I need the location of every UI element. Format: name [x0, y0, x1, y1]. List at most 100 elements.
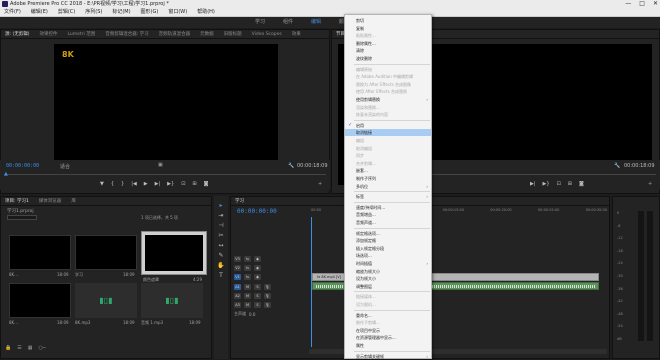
menu-edit[interactable]: 编辑(E)	[31, 8, 48, 16]
menu-sequence[interactable]: 序列(S)	[85, 8, 102, 16]
context-menu-item[interactable]: 同步	[345, 152, 431, 159]
context-menu-item[interactable]: 启用 ✓	[345, 122, 431, 129]
pen-tool-icon[interactable]: ✎	[217, 252, 225, 260]
tab-video-scopes[interactable]: Video Scopes	[252, 30, 282, 38]
ripple-edit-tool-icon[interactable]: ⊣	[217, 222, 225, 230]
context-menu-item[interactable]: 取消链接	[345, 129, 431, 137]
menu-file[interactable]: 文件(F)	[4, 8, 21, 16]
program-wrench-icon[interactable]: 🔧	[614, 163, 620, 169]
play-icon[interactable]: ▶	[144, 181, 148, 187]
source-scrub-bar[interactable]	[4, 174, 326, 175]
program-step-forward-icon[interactable]: ▶|	[530, 181, 536, 187]
context-menu-item[interactable]: 制作子序列	[345, 175, 431, 182]
source-timecode[interactable]: 00:00:00:00	[6, 163, 39, 169]
context-menu-item[interactable]: 在 Adobe Audition 中编辑剪辑	[345, 73, 431, 80]
lock-icon[interactable]: 🔒	[5, 345, 11, 351]
mic-icon[interactable]: 🎙	[264, 293, 271, 299]
type-tool-icon[interactable]: T	[217, 272, 225, 280]
context-menu-item[interactable]: 取消编组	[345, 145, 431, 152]
context-menu-item[interactable]: 设为脱机...	[345, 301, 431, 308]
tab-effect-controls[interactable]: 效果控件	[39, 30, 57, 38]
mute-icon[interactable]: M	[244, 302, 251, 308]
context-menu-item[interactable]: 在项目中显示	[345, 327, 431, 334]
context-menu-item[interactable]: 使用剪辑替换 ›	[345, 96, 431, 103]
context-menu-item[interactable]: 重命名...	[345, 312, 431, 319]
go-to-in-icon[interactable]: }	[121, 181, 124, 187]
program-export-frame-icon[interactable]: ◙	[579, 181, 584, 187]
solo-icon[interactable]: S	[254, 293, 261, 299]
master-value[interactable]: 0.0	[249, 312, 255, 317]
source-playhead[interactable]: ▲	[4, 171, 8, 177]
track-label[interactable]: V2	[234, 265, 241, 271]
tab-audio-track-mixer[interactable]: 音频轨道混合器	[159, 30, 191, 38]
clip-thumbnail[interactable]	[9, 283, 71, 318]
lift-icon[interactable]: ⊡	[557, 181, 561, 187]
toggle-sync-icon[interactable]: ⇆	[244, 274, 251, 280]
solo-icon[interactable]: S	[254, 302, 261, 308]
context-menu-item[interactable]: 帧定格选项...	[345, 230, 431, 237]
program-go-out-icon[interactable]: ▶}	[543, 181, 550, 187]
program-add-button-icon[interactable]: +	[648, 181, 652, 187]
mic-icon[interactable]: 🎙	[264, 284, 271, 290]
context-menu-item[interactable]: 添加帧定格	[345, 237, 431, 244]
tab-libraries[interactable]: 库	[71, 197, 76, 205]
selection-tool-icon[interactable]: ▸	[217, 202, 225, 210]
project-search-input[interactable]	[7, 215, 37, 220]
context-menu-item[interactable]: 标签 ›	[345, 193, 431, 200]
context-menu-item[interactable]: 波纹删除	[345, 55, 431, 62]
context-menu-item[interactable]: 在资源管理器中显示...	[345, 334, 431, 341]
menu-graphics[interactable]: 图形(G)	[141, 8, 159, 16]
clip-thumbnail[interactable]	[9, 235, 71, 270]
track-label[interactable]: V1	[234, 274, 241, 280]
razor-tool-icon[interactable]: ✂	[217, 232, 225, 240]
list-view-icon[interactable]: ☰	[17, 345, 21, 351]
menu-window[interactable]: 窗口(W)	[168, 8, 187, 16]
context-menu-item[interactable]: 速度/持续时间...	[345, 204, 431, 211]
workspace-learning[interactable]: 学习	[255, 17, 265, 28]
program-scrub-bar[interactable]	[432, 174, 656, 175]
toggle-sync-icon[interactable]: ⇆	[244, 265, 251, 271]
extract-icon[interactable]: ⊞	[568, 181, 572, 187]
context-menu-item[interactable]: 设为帧大小	[345, 275, 431, 282]
track-label[interactable]: A1	[234, 284, 241, 290]
context-menu-item[interactable]: 调整图层	[345, 283, 431, 290]
tab-lumetri-scopes[interactable]: Lumetri 范围	[67, 30, 95, 38]
menu-clip[interactable]: 剪辑(C)	[58, 8, 75, 16]
zoom-slider[interactable]: ○─	[38, 345, 45, 351]
go-to-out-icon[interactable]: ▶}	[167, 181, 174, 187]
step-forward-icon[interactable]: ▶|	[155, 181, 161, 187]
menu-help[interactable]: 帮助(H)	[197, 8, 215, 16]
mark-in-icon[interactable]: ▼	[100, 181, 104, 187]
context-menu-item[interactable]: 链接媒体...	[345, 293, 431, 300]
wrench-icon[interactable]: 🔧	[288, 163, 294, 169]
context-menu-item[interactable]: 缩放为帧大小	[345, 268, 431, 275]
context-menu-item[interactable]: 场选项...	[345, 252, 431, 259]
eye-icon[interactable]: ◉	[254, 274, 261, 280]
workspace-assembly[interactable]: 组件	[283, 17, 293, 28]
context-menu-item[interactable]: 属性	[345, 342, 431, 349]
menu-markers[interactable]: 标记(M)	[112, 8, 130, 16]
context-menu-item[interactable]: 复制	[345, 25, 431, 32]
context-menu-item[interactable]: 编组	[345, 137, 431, 144]
context-menu-item[interactable]: 时间插值 ›	[345, 260, 431, 267]
overwrite-icon[interactable]: ⊞	[192, 181, 196, 187]
context-menu-item[interactable]: 编辑原始	[345, 66, 431, 73]
tab-media-browser[interactable]: 媒体浏览器	[39, 197, 62, 205]
context-menu-item[interactable]: 使用 After Effects 合成替换	[345, 88, 431, 95]
context-menu-item[interactable]: 多机位 ›	[345, 183, 431, 190]
insert-icon[interactable]: ⊡	[181, 181, 185, 187]
context-menu-item[interactable]: 制作子剪辑...	[345, 319, 431, 326]
eye-icon[interactable]: ◉	[254, 256, 261, 262]
close-window-button[interactable]: ✕	[653, 0, 658, 8]
step-back-icon[interactable]: |◀	[131, 181, 137, 187]
slip-tool-icon[interactable]: ↔	[217, 242, 225, 250]
hand-tool-icon[interactable]: ✋	[217, 262, 225, 270]
eye-icon[interactable]: ◉	[254, 265, 261, 271]
context-menu-item[interactable]: 音频声道...	[345, 219, 431, 226]
tab-legacy-title[interactable]: 旧版标题	[224, 30, 242, 38]
context-menu-item[interactable]: 清除	[345, 47, 431, 54]
mic-icon[interactable]: 🎙	[264, 302, 271, 308]
clip-thumbnail[interactable]	[75, 235, 137, 270]
tab-sequence[interactable]: 学习	[235, 197, 244, 205]
timeline-timecode[interactable]: 00:00:00:00	[237, 208, 277, 215]
